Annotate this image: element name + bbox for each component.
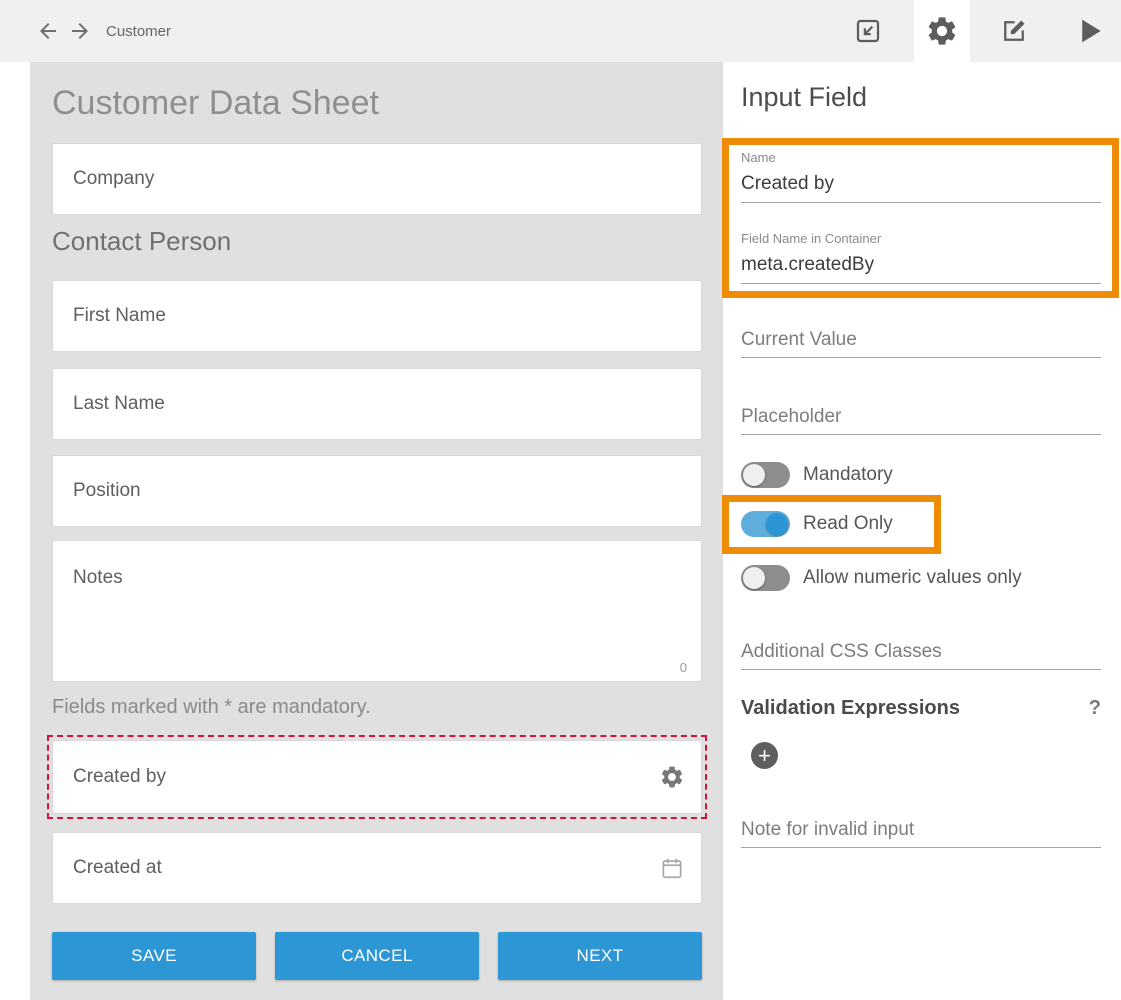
- toggle-thumb: [743, 464, 765, 486]
- mandatory-toggle[interactable]: [741, 462, 790, 488]
- field-first-name-label: First Name: [73, 305, 166, 327]
- field-created-by[interactable]: Created by: [52, 740, 702, 814]
- numeric-only-toggle-row: Allow numeric values only: [741, 564, 1022, 591]
- edit-icon[interactable]: [986, 0, 1042, 62]
- mandatory-toggle-label: Mandatory: [803, 464, 893, 486]
- property-inspector: Input Field Name Created by Field Name i…: [723, 62, 1121, 1000]
- form-button-row: SAVE CANCEL NEXT: [52, 932, 702, 980]
- name-field[interactable]: Name Created by: [741, 150, 1101, 203]
- field-position-label: Position: [73, 480, 141, 502]
- read-only-toggle[interactable]: [741, 511, 790, 537]
- field-company-label: Company: [73, 168, 154, 190]
- next-button[interactable]: NEXT: [498, 932, 702, 980]
- current-value-input[interactable]: Current Value: [741, 329, 1101, 358]
- add-validation-button[interactable]: +: [751, 742, 778, 769]
- settings-tab-icon[interactable]: [914, 0, 970, 62]
- section-heading-contact-person[interactable]: Contact Person: [52, 226, 231, 257]
- back-arrow-icon[interactable]: [36, 19, 60, 43]
- selected-widget-outline[interactable]: Created by: [47, 735, 707, 819]
- preview-icon[interactable]: [840, 0, 896, 62]
- mandatory-hint-text: Fields marked with * are mandatory.: [52, 696, 371, 719]
- name-field-label: Name: [741, 150, 1101, 165]
- breadcrumb[interactable]: Customer: [106, 23, 171, 40]
- run-icon[interactable]: [1062, 0, 1118, 62]
- toggle-thumb: [766, 513, 788, 535]
- numeric-only-toggle[interactable]: [741, 565, 790, 591]
- help-icon[interactable]: ?: [1089, 697, 1101, 720]
- field-notes[interactable]: Notes 0: [52, 540, 702, 682]
- calendar-icon[interactable]: [659, 855, 685, 881]
- notes-char-counter: 0: [680, 660, 687, 675]
- container-field[interactable]: Field Name in Container meta.createdBy: [741, 231, 1101, 284]
- numeric-only-toggle-label: Allow numeric values only: [803, 567, 1022, 589]
- invalid-input-note-input[interactable]: Note for invalid input: [741, 819, 1101, 848]
- mandatory-toggle-row: Mandatory: [741, 461, 893, 488]
- toggle-thumb: [743, 567, 765, 589]
- validation-expressions-header: Validation Expressions ?: [741, 697, 1101, 720]
- topbar: Customer: [0, 0, 1121, 62]
- forward-arrow-icon[interactable]: [68, 19, 92, 43]
- container-field-label: Field Name in Container: [741, 231, 1101, 246]
- read-only-toggle-row: Read Only: [741, 510, 893, 537]
- field-position[interactable]: Position: [52, 455, 702, 527]
- nav-history: Customer: [36, 0, 171, 62]
- field-last-name-label: Last Name: [73, 393, 165, 415]
- name-field-value[interactable]: Created by: [741, 173, 1101, 202]
- save-button[interactable]: SAVE: [52, 932, 256, 980]
- css-classes-input[interactable]: Additional CSS Classes: [741, 641, 1101, 670]
- placeholder-input[interactable]: Placeholder: [741, 406, 1101, 435]
- field-created-by-label: Created by: [73, 766, 166, 788]
- form-canvas: Customer Data Sheet Company Contact Pers…: [30, 62, 723, 1000]
- widget-settings-gear-icon[interactable]: [659, 764, 685, 790]
- validation-expressions-title: Validation Expressions: [741, 697, 960, 720]
- field-created-at[interactable]: Created at: [52, 832, 702, 904]
- form-title[interactable]: Customer Data Sheet: [52, 84, 379, 123]
- container-field-value[interactable]: meta.createdBy: [741, 254, 1101, 283]
- field-first-name[interactable]: First Name: [52, 280, 702, 352]
- inspector-title: Input Field: [741, 82, 867, 113]
- field-last-name[interactable]: Last Name: [52, 368, 702, 440]
- read-only-toggle-label: Read Only: [803, 513, 893, 535]
- cancel-button[interactable]: CANCEL: [275, 932, 479, 980]
- field-created-at-label: Created at: [73, 857, 162, 879]
- field-company[interactable]: Company: [52, 143, 702, 215]
- field-notes-label: Notes: [73, 567, 123, 589]
